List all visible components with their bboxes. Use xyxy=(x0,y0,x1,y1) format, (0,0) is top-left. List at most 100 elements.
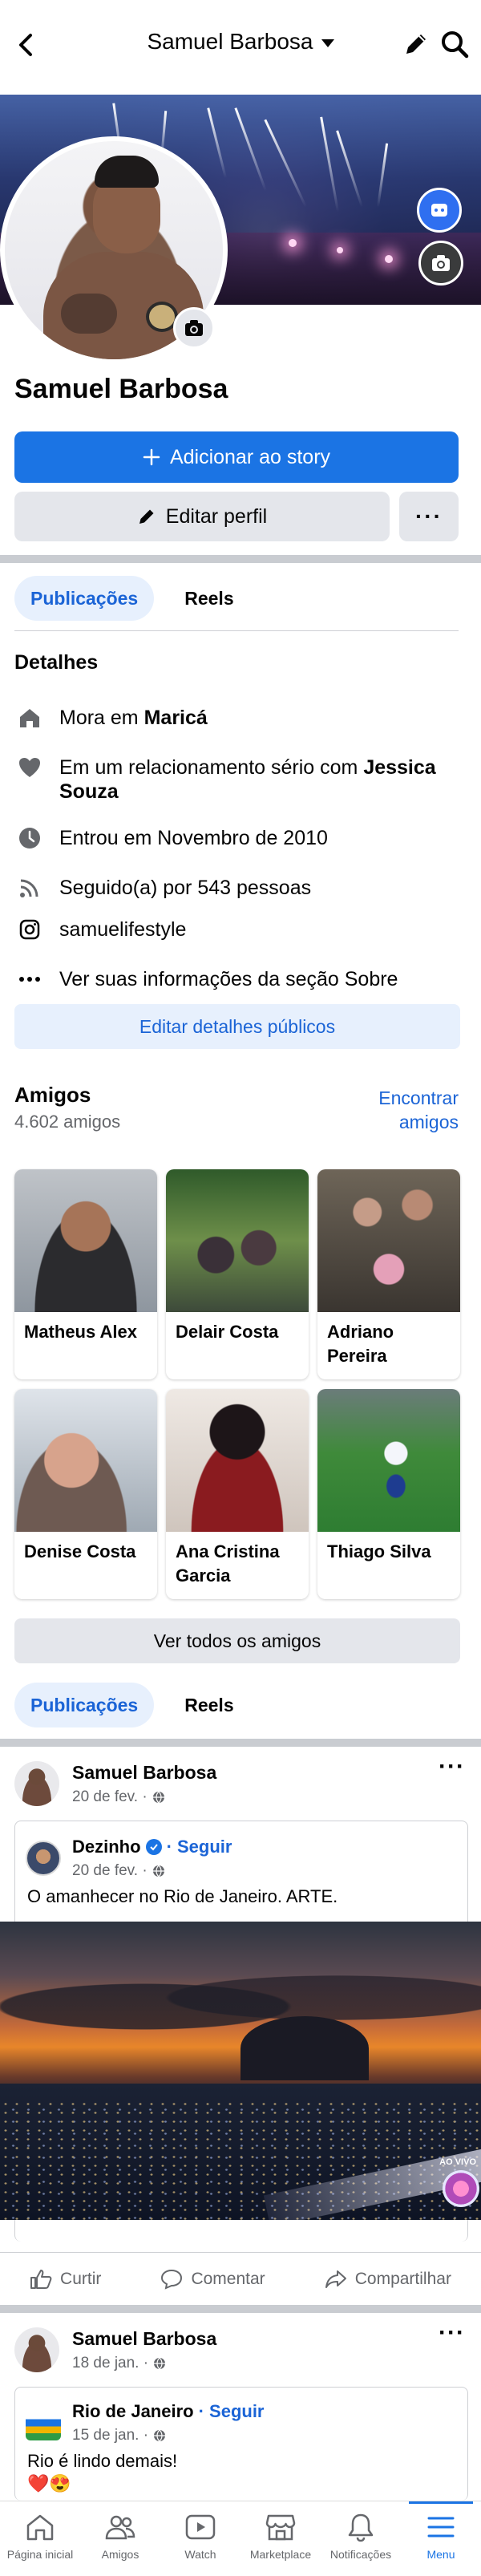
post-header: Samuel Barbosa 18 de jan. · xyxy=(14,2327,216,2372)
share-button[interactable]: Compartilhar xyxy=(325,2269,451,2290)
friend-card[interactable]: Thiago Silva xyxy=(317,1389,460,1599)
avatar-tattoo xyxy=(61,294,117,334)
video-city-lights xyxy=(0,2100,481,2220)
shared-author[interactable]: Rio de Janeiro xyxy=(72,2401,194,2422)
post-options-icon[interactable]: ··· xyxy=(439,1753,465,1780)
shared-author[interactable]: Dezinho xyxy=(72,1837,141,1857)
bottom-nav: Página inicial Amigos Watch Marketplace … xyxy=(0,2501,481,2576)
camera-icon xyxy=(185,320,203,336)
share-icon xyxy=(325,2270,346,2288)
frame-icon xyxy=(431,204,447,217)
home-icon xyxy=(22,2511,58,2543)
profile-tabs: Publicações Reels xyxy=(14,576,250,621)
see-all-friends-button[interactable]: Ver todos os amigos xyxy=(14,1618,460,1663)
friend-card[interactable]: Delair Costa xyxy=(166,1169,309,1379)
post-date[interactable]: 20 de fev. · xyxy=(72,1788,148,1806)
comment-button[interactable]: Comentar xyxy=(160,2269,265,2290)
section-separator xyxy=(0,2305,481,2313)
shared-date[interactable]: 15 de jan. · xyxy=(72,2427,148,2444)
friend-name: Ana Cristina Garcia xyxy=(176,1541,280,1586)
detail-instagram: samuelifestyle xyxy=(14,917,463,942)
follow-link[interactable]: · Seguir xyxy=(167,1837,232,1857)
friends-icon xyxy=(103,2511,138,2543)
avatar-frame-button[interactable] xyxy=(417,188,462,233)
detail-lives-text: Mora em Maricá xyxy=(59,706,208,730)
verified-badge-icon xyxy=(145,1839,162,1855)
globe-icon xyxy=(152,1791,164,1804)
follow-link[interactable]: · Seguir xyxy=(199,2401,265,2422)
lives-place[interactable]: Maricá xyxy=(144,707,208,729)
friend-name: Adriano Pereira xyxy=(327,1322,394,1366)
friend-name: Denise Costa xyxy=(24,1541,136,1561)
nav-friends-label: Amigos xyxy=(101,2548,139,2561)
friend-name: Matheus Alex xyxy=(24,1322,138,1342)
nav-notifications-label: Notificações xyxy=(329,2548,392,2561)
post-author[interactable]: Samuel Barbosa xyxy=(72,2328,216,2350)
search-icon[interactable] xyxy=(439,29,470,59)
stage-light xyxy=(337,247,343,253)
divider xyxy=(0,2252,481,2253)
nav-watch-label: Watch xyxy=(184,2548,216,2561)
tab-publicacoes[interactable]: Publicações xyxy=(14,1683,155,1727)
live-badge: AO VIVO xyxy=(439,2157,476,2167)
more-options-button[interactable]: ··· xyxy=(399,492,459,541)
ellipsis-icon xyxy=(14,967,45,991)
like-button[interactable]: Curtir xyxy=(30,2269,101,2290)
find-friends-link[interactable]: Encontrar amigos xyxy=(346,1086,459,1134)
friend-photo xyxy=(317,1389,460,1532)
section-separator xyxy=(0,1739,481,1747)
globe-icon xyxy=(154,2357,166,2370)
edit-public-details-button[interactable]: Editar detalhes públicos xyxy=(14,1004,460,1049)
nav-watch[interactable]: Watch xyxy=(160,2501,240,2576)
shared-post-text: Rio é lindo demais! xyxy=(27,2451,178,2471)
clock-icon xyxy=(14,826,45,850)
friend-card[interactable]: Ana Cristina Garcia xyxy=(166,1389,309,1599)
nav-friends[interactable]: Amigos xyxy=(80,2501,160,2576)
bell-icon xyxy=(343,2511,378,2543)
post-video[interactable]: AO VIVO xyxy=(0,1922,481,2220)
lives-prefix: Mora em xyxy=(59,707,144,729)
detail-about[interactable]: Ver suas informações da seção Sobre xyxy=(14,967,463,991)
detail-followers-text: Seguido(a) por 543 pessoas xyxy=(59,877,312,899)
profile-name: Samuel Barbosa xyxy=(14,374,228,404)
friend-photo xyxy=(166,1169,309,1312)
comment-icon xyxy=(161,2269,183,2290)
friends-title: Amigos xyxy=(14,1083,91,1107)
shared-date[interactable]: 20 de fev. · xyxy=(72,1862,148,1880)
nav-marketplace[interactable]: Marketplace xyxy=(240,2501,321,2576)
video-clouds xyxy=(0,1954,481,2042)
add-story-button[interactable]: Adicionar ao story xyxy=(14,431,459,483)
detail-joined: Entrou em Novembro de 2010 xyxy=(14,826,463,850)
detail-relationship: Em um relacionamento sério com Jessica S… xyxy=(14,755,463,804)
post-date[interactable]: 18 de jan. · xyxy=(72,2355,148,2372)
shared-avatar[interactable] xyxy=(26,1841,61,1876)
friend-card[interactable]: Denise Costa xyxy=(14,1389,157,1599)
friend-card[interactable]: Matheus Alex xyxy=(14,1169,157,1379)
edit-profile-picture-button[interactable] xyxy=(173,307,215,349)
heart-icon xyxy=(14,755,45,780)
tab-reels[interactable]: Reels xyxy=(168,576,249,621)
shared-avatar[interactable] xyxy=(26,2405,61,2440)
friend-photo xyxy=(14,1169,157,1312)
friend-photo xyxy=(317,1169,460,1312)
detail-instagram-text[interactable]: samuelifestyle xyxy=(59,917,186,942)
nav-notifications[interactable]: Notificações xyxy=(321,2501,401,2576)
post-options-icon[interactable]: ··· xyxy=(439,2319,465,2347)
friend-photo xyxy=(166,1389,309,1532)
comment-label: Comentar xyxy=(191,2270,265,2288)
edit-profile-button[interactable]: Editar perfil xyxy=(14,492,390,541)
header-title: Samuel Barbosa xyxy=(147,29,313,54)
pencil-icon[interactable] xyxy=(402,30,430,58)
post-avatar[interactable] xyxy=(14,1761,59,1806)
plus-icon xyxy=(143,448,160,466)
edit-cover-button[interactable] xyxy=(418,241,463,286)
tab-reels[interactable]: Reels xyxy=(168,1683,249,1727)
post-author[interactable]: Samuel Barbosa xyxy=(72,1762,216,1784)
nav-menu[interactable]: Menu xyxy=(401,2501,481,2576)
shared-post-emoji: ❤️😍 xyxy=(27,2473,71,2493)
post-avatar[interactable] xyxy=(14,2327,59,2372)
nav-home[interactable]: Página inicial xyxy=(0,2501,80,2576)
avatar-hair xyxy=(95,156,159,188)
friend-card[interactable]: Adriano Pereira xyxy=(317,1169,460,1379)
tab-publicacoes[interactable]: Publicações xyxy=(14,576,155,621)
